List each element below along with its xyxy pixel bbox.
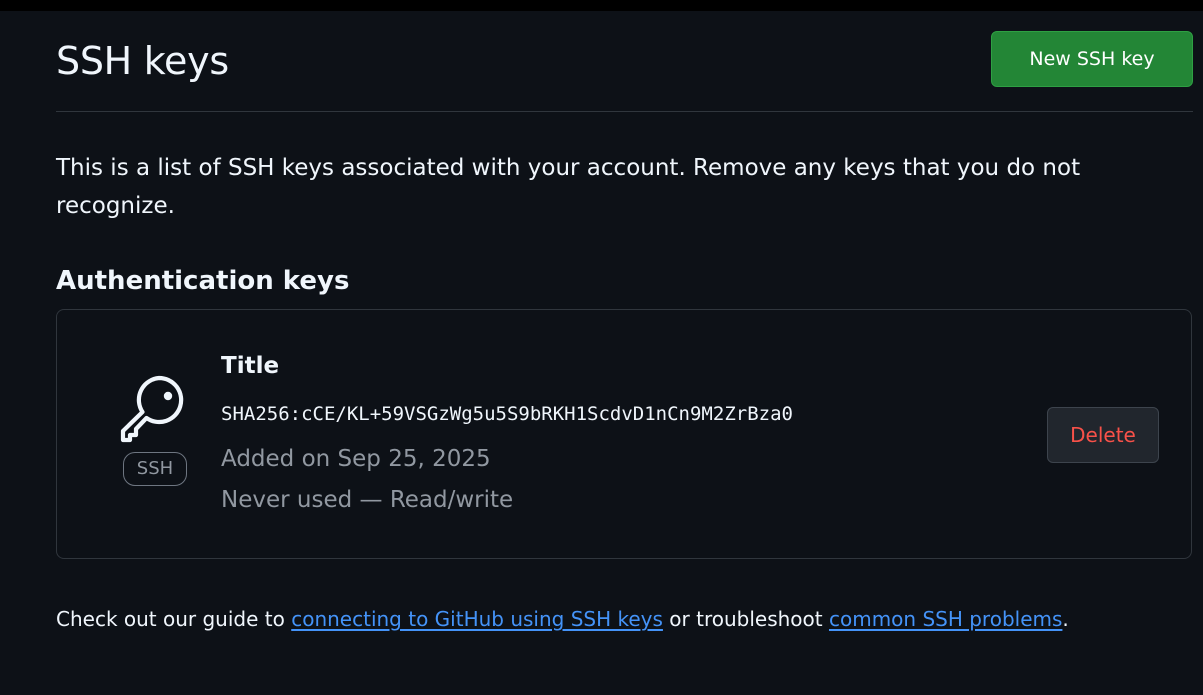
ssh-key-item: SSH Title SHA256:cCE/KL+59VSGzWg5u5S9bRK… xyxy=(56,309,1192,559)
ssh-keys-panel: SSH keys New SSH key This is a list of S… xyxy=(0,11,1203,695)
key-title: Title xyxy=(221,353,280,379)
key-fingerprint: SHA256:cCE/KL+59VSGzWg5u5S9bRKH1ScdvD1nC… xyxy=(221,403,793,425)
ssh-badge: SSH xyxy=(123,452,187,486)
connecting-ssh-link[interactable]: connecting to GitHub using SSH keys xyxy=(291,607,663,631)
key-added-date: Added on Sep 25, 2025 xyxy=(221,446,491,472)
new-ssh-key-button[interactable]: New SSH key xyxy=(991,31,1193,87)
key-usage: Never used — Read/write xyxy=(221,487,514,513)
intro-text: This is a list of SSH keys associated wi… xyxy=(56,155,1081,219)
guide-prefix: Check out our guide to xyxy=(56,607,292,631)
delete-key-button[interactable]: Delete xyxy=(1047,407,1159,463)
key-icon xyxy=(119,372,189,444)
common-ssh-problems-link[interactable]: common SSH problems xyxy=(829,607,1062,631)
page-header: SSH keys New SSH key xyxy=(56,11,1193,112)
section-title: Authentication keys xyxy=(56,266,350,296)
guide-middle: or troubleshoot xyxy=(662,607,829,631)
guide-suffix: . xyxy=(1062,607,1069,631)
guide-text: Check out our guide to connecting to Git… xyxy=(56,601,1156,637)
page-title: SSH keys xyxy=(56,39,229,83)
